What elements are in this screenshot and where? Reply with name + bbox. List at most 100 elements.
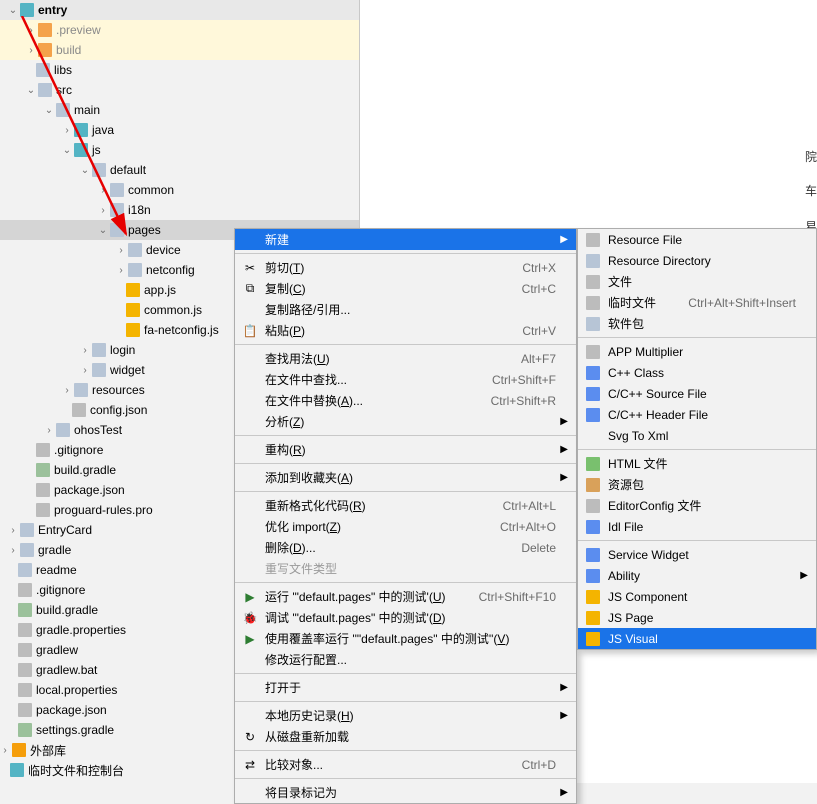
menu-divider — [235, 701, 576, 702]
menu-item-copy[interactable]: ⧉复制(C)Ctrl+C — [235, 278, 576, 299]
menu-item-svcwidget[interactable]: Service Widget — [578, 544, 816, 565]
chevron-down-icon: ⌄ — [62, 145, 72, 156]
context-menu-primary[interactable]: 新建▶ ✂剪切(T)Ctrl+X ⧉复制(C)Ctrl+C 复制路径/引用...… — [234, 228, 577, 804]
folder-icon — [110, 203, 124, 217]
menu-item-jsvisual[interactable]: JS Visual — [578, 628, 816, 649]
menu-divider — [235, 463, 576, 464]
menu-item-ability[interactable]: Ability▶ — [578, 565, 816, 586]
menu-item-findusages[interactable]: 查找用法(U)Alt+F7 — [235, 348, 576, 369]
submenu-arrow-icon: ▶ — [800, 570, 808, 581]
widget-icon — [586, 548, 600, 562]
tree-item-common[interactable]: ›common — [0, 180, 359, 200]
chevron-down-icon: ⌄ — [44, 105, 54, 116]
tree-label: app.js — [144, 283, 176, 297]
menu-item-refactor[interactable]: 重构(R)▶ — [235, 439, 576, 460]
editor-glyph: 车 — [805, 182, 817, 199]
menu-item-appmult[interactable]: APP Multiplier — [578, 341, 816, 362]
tree-item-src[interactable]: ⌄src — [0, 80, 359, 100]
menu-item-reformat[interactable]: 重新格式化代码(R)Ctrl+Alt+L — [235, 495, 576, 516]
tree-label: gradlew — [36, 643, 78, 657]
chevron-right-icon: › — [80, 345, 90, 356]
menu-item-idl[interactable]: Idl File — [578, 516, 816, 537]
menu-item-markdir[interactable]: 将目录标记为▶ — [235, 782, 576, 803]
js-file-icon — [126, 303, 140, 317]
menu-item-file[interactable]: 文件 — [578, 271, 816, 292]
json-file-icon — [72, 403, 86, 417]
tree-label: src — [56, 83, 72, 97]
tree-label: fa-netconfig.js — [144, 323, 219, 337]
menu-divider — [235, 750, 576, 751]
menu-item-pkg[interactable]: 软件包 — [578, 313, 816, 334]
chevron-right-icon: › — [62, 385, 72, 396]
menu-item-html[interactable]: HTML 文件 — [578, 453, 816, 474]
gradle-file-icon — [36, 463, 50, 477]
menu-item-delete[interactable]: 删除(D)...Delete — [235, 537, 576, 558]
tree-label: 外部库 — [30, 742, 66, 759]
menu-item-reloaddisk[interactable]: ↻从磁盘重新加载 — [235, 726, 576, 747]
tree-label: .preview — [56, 23, 101, 37]
folder-icon — [128, 243, 142, 257]
menu-item-editorcfg[interactable]: EditorConfig 文件 — [578, 495, 816, 516]
chevron-right-icon: › — [116, 245, 126, 256]
menu-item-debug[interactable]: 🐞调试 '"default.pages" 中的测试'(D) — [235, 607, 576, 628]
tree-label: resources — [92, 383, 145, 397]
tree-label: 临时文件和控制台 — [28, 762, 124, 779]
menu-item-new[interactable]: 新建▶ — [235, 229, 576, 250]
menu-item-scratch[interactable]: 临时文件Ctrl+Alt+Shift+Insert — [578, 292, 816, 313]
menu-item-analyze[interactable]: 分析(Z)▶ — [235, 411, 576, 432]
menu-item-cut[interactable]: ✂剪切(T)Ctrl+X — [235, 257, 576, 278]
menu-item-cppsrc[interactable]: C/C++ Source File — [578, 383, 816, 404]
tree-label: settings.gradle — [36, 723, 114, 737]
tree-label: common.js — [144, 303, 202, 317]
menu-item-openin[interactable]: 打开于▶ — [235, 677, 576, 698]
menu-item-paste[interactable]: 📋粘贴(P)Ctrl+V — [235, 320, 576, 341]
cpp-file-icon — [586, 387, 600, 401]
file-icon — [18, 683, 32, 697]
menu-item-findinfiles[interactable]: 在文件中查找...Ctrl+Shift+F — [235, 369, 576, 390]
menu-item-jspage[interactable]: JS Page — [578, 607, 816, 628]
menu-item-resfile[interactable]: Resource File — [578, 229, 816, 250]
menu-item-compare[interactable]: ⇄比较对象...Ctrl+D — [235, 754, 576, 775]
menu-item-resbundle[interactable]: 资源包 — [578, 474, 816, 495]
scratches-icon — [10, 763, 24, 777]
menu-item-resdir[interactable]: Resource Directory — [578, 250, 816, 271]
module-folder-icon — [20, 3, 34, 17]
tree-item-i18n[interactable]: ›i18n — [0, 200, 359, 220]
menu-item-cpphdr[interactable]: C/C++ Header File — [578, 404, 816, 425]
menu-item-svgxml[interactable]: Svg To Xml — [578, 425, 816, 446]
menu-item-copypath[interactable]: 复制路径/引用... — [235, 299, 576, 320]
tree-item-entry[interactable]: ⌄entry — [0, 0, 359, 20]
menu-item-localhist[interactable]: 本地历史记录(H)▶ — [235, 705, 576, 726]
coverage-icon: ▶ — [241, 632, 259, 646]
menu-item-replaceinfiles[interactable]: 在文件中替换(A)...Ctrl+Shift+R — [235, 390, 576, 411]
menu-divider — [578, 337, 816, 338]
chevron-right-icon: › — [44, 425, 54, 436]
submenu-arrow-icon: ▶ — [560, 682, 568, 693]
tree-item-main[interactable]: ⌄main — [0, 100, 359, 120]
menu-divider — [578, 540, 816, 541]
menu-item-jscomp[interactable]: JS Component — [578, 586, 816, 607]
tree-item-js[interactable]: ⌄js — [0, 140, 359, 160]
clipboard-icon: 📋 — [241, 324, 259, 338]
menu-item-coverage[interactable]: ▶使用覆盖率运行 ''"default.pages" 中的测试''(V) — [235, 628, 576, 649]
tree-label: netconfig — [146, 263, 195, 277]
menu-item-optimports[interactable]: 优化 import(Z)Ctrl+Alt+O — [235, 516, 576, 537]
tree-item-default[interactable]: ⌄default — [0, 160, 359, 180]
menu-item-cppclass[interactable]: C++ Class — [578, 362, 816, 383]
tree-item-java[interactable]: ›java — [0, 120, 359, 140]
submenu-arrow-icon: ▶ — [560, 234, 568, 245]
tree-item-build[interactable]: ›build — [0, 40, 359, 60]
folder-icon — [586, 254, 600, 268]
context-menu-new-submenu[interactable]: Resource File Resource Directory 文件 临时文件… — [577, 228, 817, 650]
tree-item-libs[interactable]: libs — [0, 60, 359, 80]
file-icon — [586, 345, 600, 359]
menu-item-overridetype: 重写文件类型 — [235, 558, 576, 579]
menu-item-addfav[interactable]: 添加到收藏夹(A)▶ — [235, 467, 576, 488]
tree-item-preview[interactable]: ›.preview — [0, 20, 359, 40]
menu-item-run[interactable]: ▶运行 '"default.pages" 中的测试'(U)Ctrl+Shift+… — [235, 586, 576, 607]
menu-item-editruncfg[interactable]: 修改运行配置... — [235, 649, 576, 670]
submenu-arrow-icon: ▶ — [560, 472, 568, 483]
chevron-right-icon: › — [62, 125, 72, 136]
tree-label: device — [146, 243, 181, 257]
chevron-right-icon: › — [8, 545, 18, 556]
